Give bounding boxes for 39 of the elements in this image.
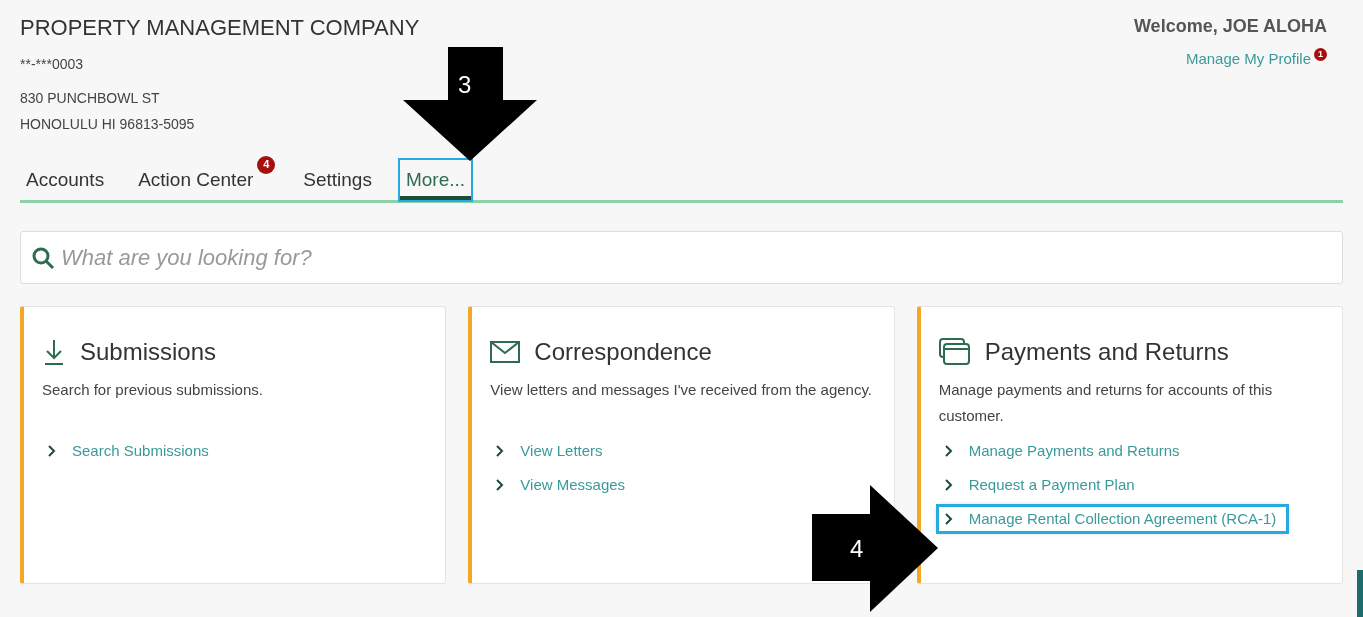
- address-line: HONOLULU HI 96813-5095: [20, 115, 196, 134]
- card-description: View letters and messages I've received from the agency.: [490, 380, 873, 400]
- chevron-icon: [944, 445, 953, 457]
- card-link[interactable]: View Messages: [490, 473, 632, 497]
- card-link[interactable]: Request a Payment Plan: [938, 473, 1141, 497]
- download-icon: [42, 338, 66, 366]
- card-description: Manage payments and returns for accounts of this customer.: [938, 380, 1274, 426]
- callout-number: 3: [458, 73, 472, 97]
- card-title: Payments and Returns: [984, 337, 1229, 367]
- chevron-icon: [944, 513, 953, 525]
- envelope-icon: [490, 341, 521, 363]
- scroll-edge: [1357, 570, 1363, 617]
- search-bar[interactable]: What are you looking for?: [20, 231, 1343, 284]
- card-title: Correspondence: [534, 337, 712, 367]
- notification-badge: 4: [257, 155, 276, 174]
- account-id: **-***0003: [20, 55, 85, 74]
- manage-profile-link[interactable]: Manage My Profile: [1185, 48, 1311, 71]
- card-title: Submissions: [80, 337, 217, 367]
- nav-tab[interactable]: Settings: [297, 159, 378, 200]
- nav-tab[interactable]: More...: [399, 159, 472, 200]
- address-line: 830 PUNCHBOWL ST: [20, 89, 161, 108]
- company-name: PROPERTY MANAGEMENT COMPANY: [20, 14, 420, 42]
- notification-badge: 1: [1314, 48, 1327, 61]
- callout-number: 4: [850, 537, 864, 561]
- card-description: Search for previous submissions.: [42, 380, 264, 400]
- nav-tab[interactable]: Action Center: [132, 159, 260, 200]
- chevron-icon: [944, 479, 953, 491]
- search-field[interactable]: What are you looking for?: [61, 241, 1332, 274]
- card-link[interactable]: Manage Payments and Returns: [938, 439, 1186, 463]
- card-link[interactable]: View Letters: [490, 439, 609, 463]
- chevron-icon: [496, 445, 505, 457]
- stacked-cards-icon: [938, 338, 971, 366]
- welcome-text: Welcome, JOE ALOHA: [1133, 15, 1327, 38]
- chevron-icon: [496, 479, 505, 491]
- search-icon: [31, 245, 55, 270]
- card-link[interactable]: Manage Rental Collection Agreement (RCA-1): [938, 507, 1287, 531]
- card-link[interactable]: Search Submissions: [42, 439, 215, 463]
- nav-tab[interactable]: Accounts: [20, 159, 111, 200]
- chevron-icon: [48, 445, 56, 457]
